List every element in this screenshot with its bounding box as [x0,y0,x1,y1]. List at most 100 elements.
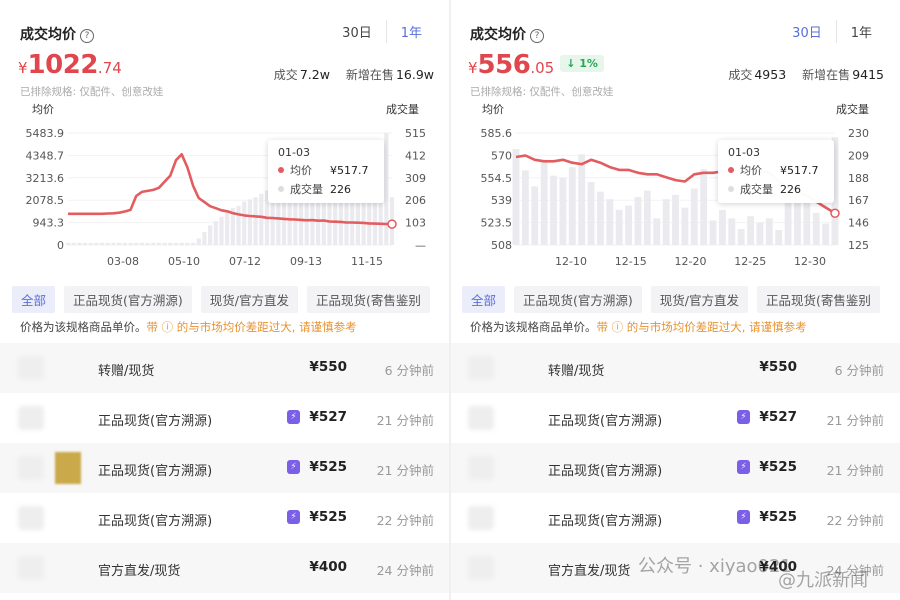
volume-bar [94,242,99,245]
volume-bar [521,170,529,245]
listing-price: ¥525 [759,459,797,475]
volume-bar [700,169,708,245]
listing-row[interactable]: 正品现货(官方溯源) ¥525 ⚡ 21 分钟前 [450,443,900,493]
y-tick-label: 585.6 [481,127,513,140]
listing-price: ¥400 [309,559,347,575]
y2-tick-label: 206 [405,194,426,207]
volume-bar [765,218,773,245]
listing-row[interactable]: 转赠/现货 ¥550 6 分钟前 [0,343,450,393]
volume-bar [179,242,184,245]
section-title: 成交均价? [470,24,544,44]
volume-bar [122,242,127,245]
filter-tab-3[interactable]: 正品现货(寄售鉴别 [307,286,430,313]
tooltip-volume-row: 成交量 226 [278,181,374,197]
price-currency: ¥ [18,59,28,77]
range-tab-0[interactable]: 30日 [328,20,386,43]
listing-row[interactable]: 正品现货(官方溯源) ¥525 ⚡ 22 分钟前 [450,493,900,543]
price-point-marker[interactable] [387,219,397,229]
listing-time: 6 分钟前 [384,363,434,378]
filter-tab-0[interactable]: 全部 [12,286,56,313]
volume-bar [643,190,651,245]
tooltip-price-row: 均价 ¥517.7 [278,162,374,178]
listing-price: ¥525 [309,459,347,475]
seller-avatar [18,356,44,380]
left-axis-title: 均价 [482,103,504,116]
exclusion-note: 已排除规格: 仅配件、创意改娃 [20,86,164,98]
seller-avatar [468,356,494,380]
deal-value: 7.2w [299,67,330,82]
y2-tick-label: 146 [848,217,869,230]
x-tick-label: 12-10 [555,255,587,268]
seller-avatar [18,456,44,480]
tooltip-volume-label: 成交量 [290,183,323,196]
filter-tab-1[interactable]: 正品现货(官方溯源) [64,286,192,313]
filter-tab-2[interactable]: 现货/官方直发 [650,286,748,313]
volume-bar [88,242,93,245]
listing-title: 官方直发/现货 [98,564,181,579]
volume-bar [190,242,196,245]
filter-tab-2[interactable]: 现货/官方直发 [200,286,298,313]
tooltip-price-value: ¥517.7 [780,163,819,177]
volume-bar [156,242,162,245]
volume-bar [384,133,389,245]
avg-price: ¥1022.74 [18,50,122,80]
volume-bar [568,167,576,245]
listing-row[interactable]: 转赠/现货 ¥550 6 分钟前 [450,343,900,393]
filter-tab-1[interactable]: 正品现货(官方溯源) [514,286,642,313]
volume-bar [208,225,213,245]
y-tick-label: 4348.7 [26,149,65,162]
deal-label: 成交 [273,68,298,82]
x-tick-label: 09-13 [290,255,322,268]
range-tab-1[interactable]: 1年 [835,20,886,43]
seller-avatar [468,406,494,430]
filter-tab-0[interactable]: 全部 [462,286,506,313]
disclaimer-text: 价格为该规格商品单价。 [470,320,597,334]
section-title-text: 成交均价 [470,27,526,43]
range-tab-1[interactable]: 1年 [385,20,436,43]
price-change-badge: ↓ 1% [560,55,604,72]
product-thumbnail [55,452,81,484]
volume-bar [236,205,241,245]
y2-tick-label: 412 [405,149,426,162]
trade-stats: 成交 7.2w 新增在售 16.9w [274,66,434,83]
x-tick-label: 12-30 [794,255,826,268]
y-tick-label: 554.5 [481,172,513,185]
y2-tick-label: 230 [848,127,869,140]
y2-tick-label: 309 [405,172,426,185]
new-listing-value: 16.9w [395,67,434,82]
exclusion-note: 已排除规格: 仅配件、创意改娃 [470,86,614,98]
listing-row[interactable]: 正品现货(官方溯源) ¥525 ⚡ 22 分钟前 [0,493,450,543]
x-tick-label: 11-15 [351,255,383,268]
volume-bar [213,221,218,245]
listing-row[interactable]: 官方直发/现货 ¥400 24 分钟前 [0,543,450,593]
y2-tick-label: — [415,239,426,252]
section-title: 成交均价? [20,24,94,44]
volume-bar [540,159,548,245]
volume-bar [247,199,252,245]
panel-divider [449,0,451,600]
verified-icon: ⚡ [287,460,300,474]
listing-price: ¥525 [309,509,347,525]
listing-row[interactable]: 正品现货(官方溯源) ¥527 ⚡ 21 分钟前 [0,393,450,443]
volume-bar [587,182,595,245]
listing-title: 正品现货(官方溯源) [98,514,213,529]
help-icon[interactable]: ? [530,29,544,43]
listing-row[interactable]: 正品现货(官方溯源) ¥527 ⚡ 21 分钟前 [450,393,900,443]
volume-bar [597,191,604,245]
verified-icon: ⚡ [737,410,750,424]
help-icon[interactable]: ? [80,29,94,43]
filter-tab-3[interactable]: 正品现货(寄售鉴别 [757,286,880,313]
volume-bar [756,222,764,245]
wechat-watermark: 公众号 · xiyao021 [638,556,792,577]
seller-avatar [18,406,44,430]
listing-row[interactable]: 正品现货(官方溯源) ¥525 ⚡ 21 分钟前 [0,443,450,493]
range-tab-0[interactable]: 30日 [778,20,836,43]
volume-bar [65,242,71,245]
listing-time: 21 分钟前 [826,413,884,428]
price-integer: 556 [477,50,531,80]
listing-list: 转赠/现货 ¥550 6 分钟前 正品现货(官方溯源) ¥527 ⚡ 21 分钟前正品现货(… [0,343,450,593]
price-panel-right: 成交均价? 30日 1年 ¥556.05 ↓ 1% 成交 4953 新增在售 9415 已排除规格… [450,0,900,600]
price-point-marker[interactable] [830,208,840,218]
seller-avatar [468,456,494,480]
volume-dot [728,186,734,192]
